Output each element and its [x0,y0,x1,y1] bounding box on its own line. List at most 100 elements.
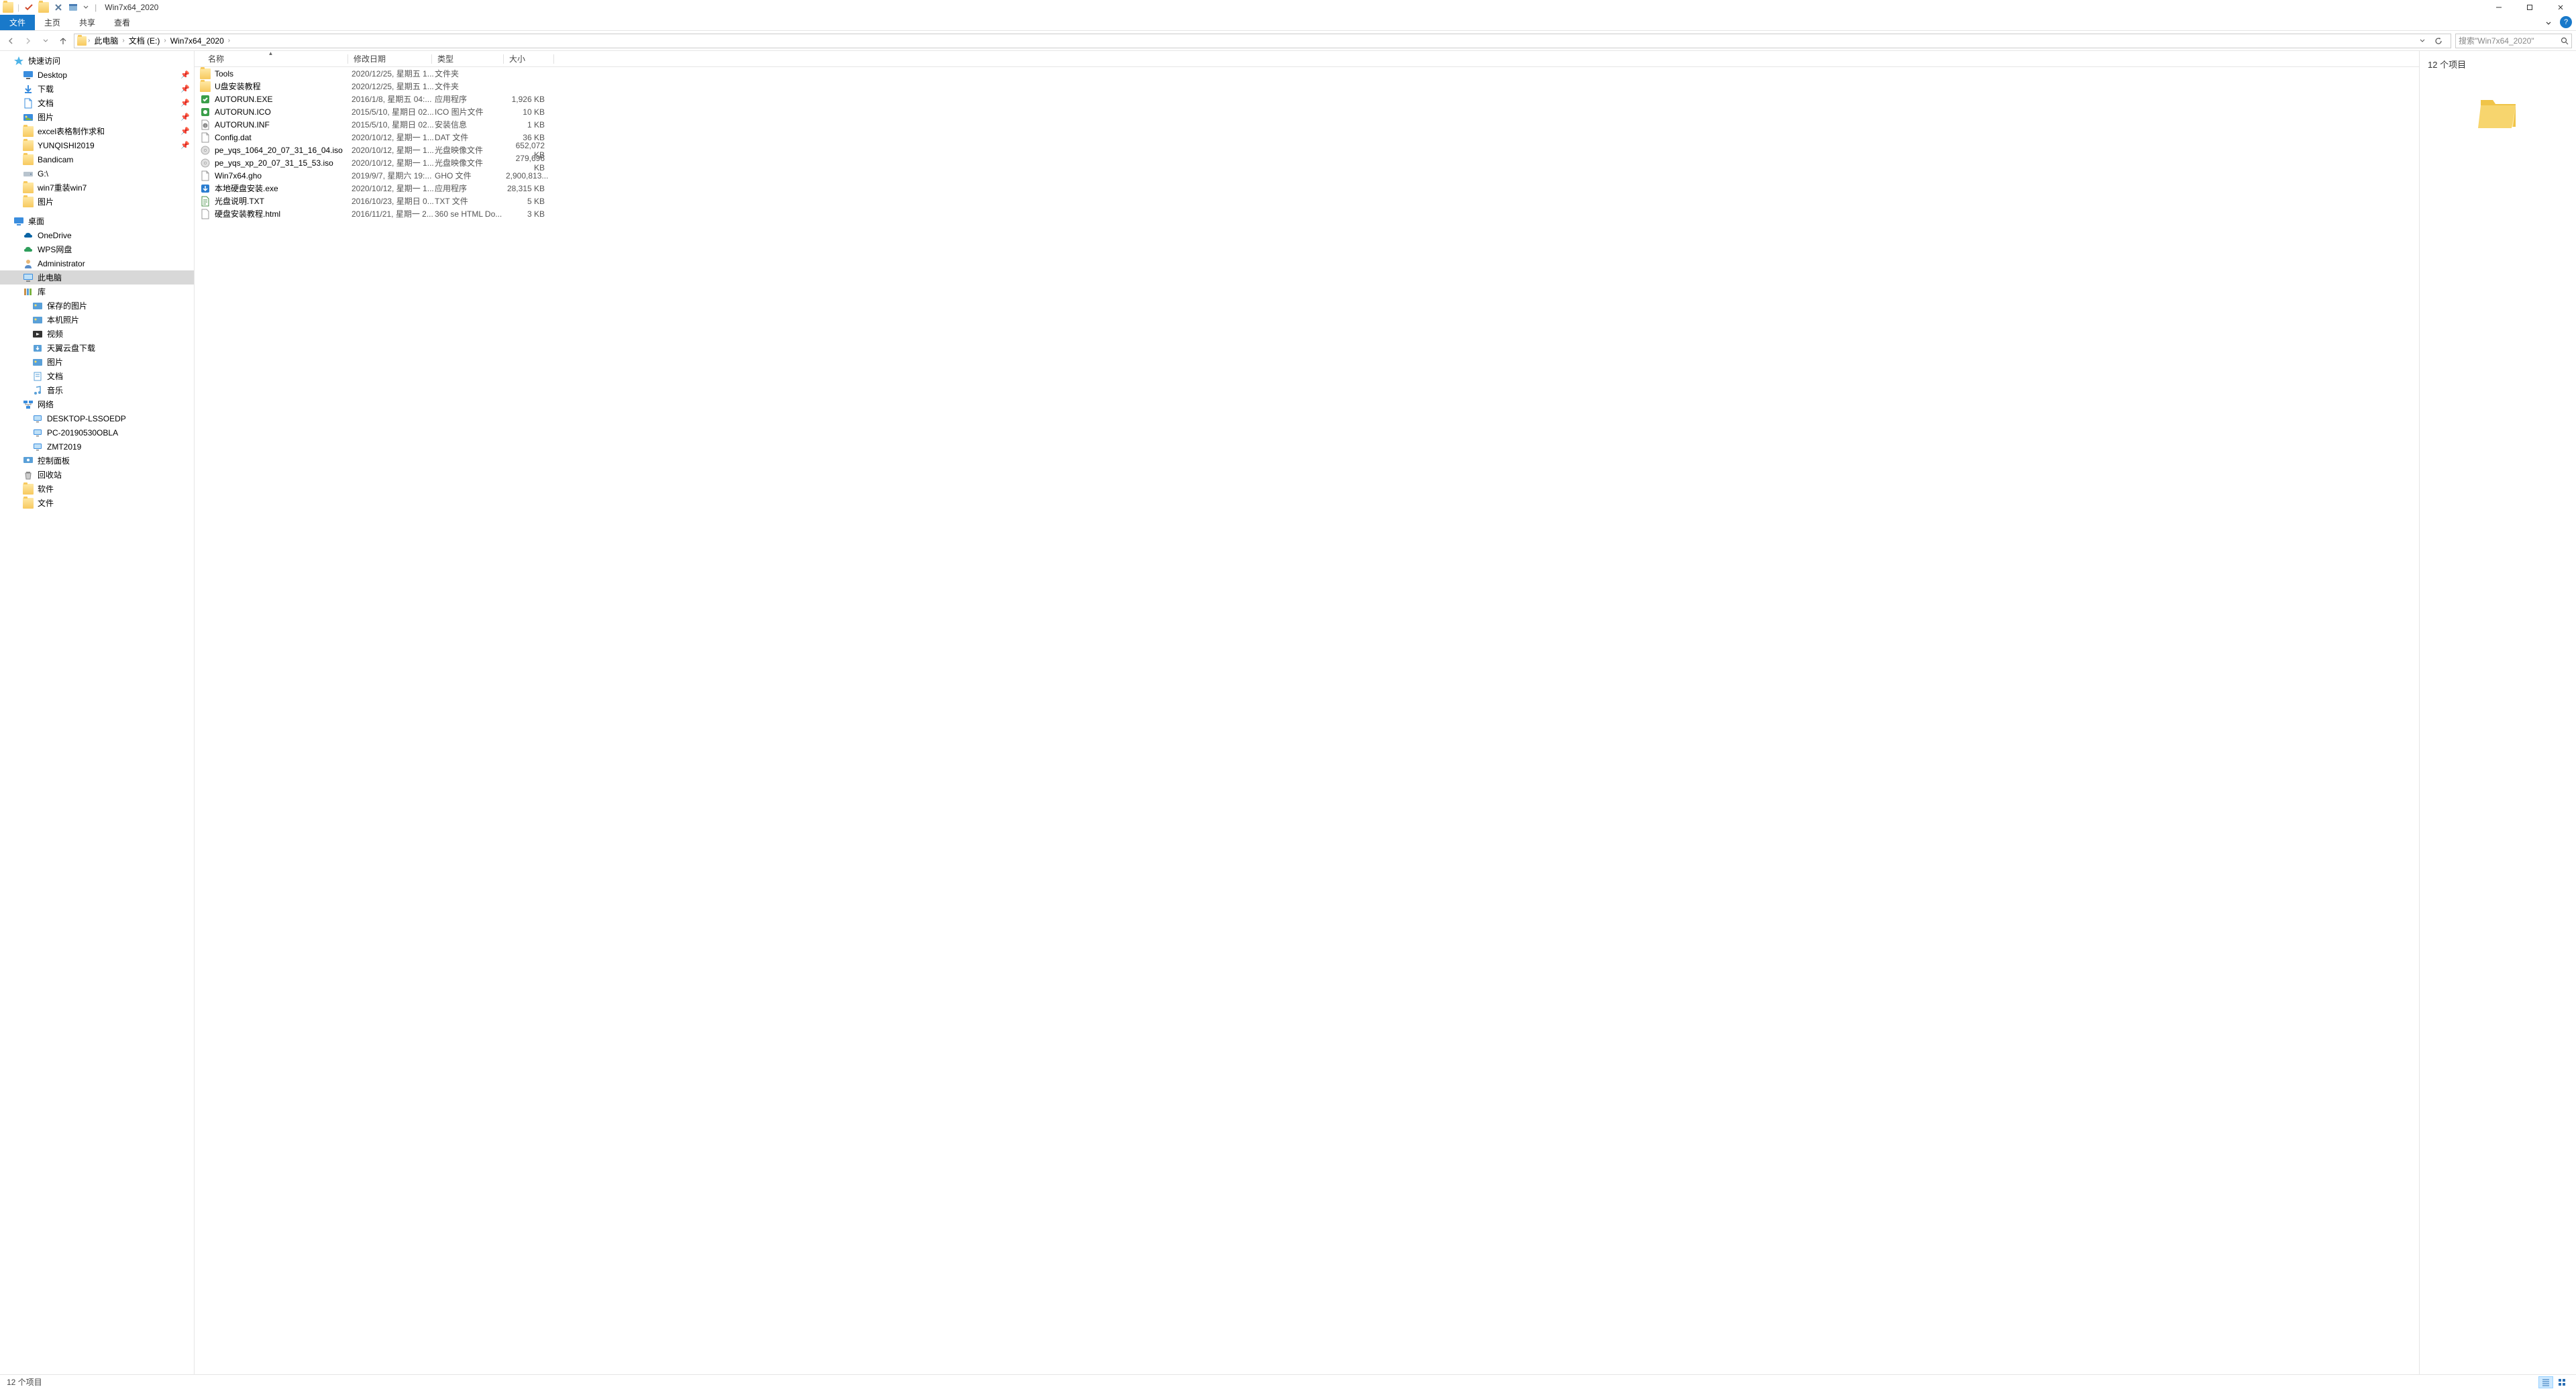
address-bar[interactable]: › 此电脑 › 文档 (E:) › Win7x64_2020 › [74,34,2451,48]
nav-item[interactable]: 音乐 [0,383,194,397]
tab-file[interactable]: 文件 [0,15,35,30]
file-row[interactable]: iAUTORUN.INF2015/5/10, 星期日 02...安装信息1 KB [195,118,2419,131]
pin-icon: 📌 [180,85,190,93]
nav-item[interactable]: Bandicam [0,152,194,166]
file-row[interactable]: pe_yqs_xp_20_07_31_15_53.iso2020/10/12, … [195,156,2419,169]
details-title: 12 个项目 [2428,58,2568,70]
nav-item[interactable]: YUNQISHI2019📌 [0,138,194,152]
breadcrumb[interactable]: 此电脑 [91,35,121,46]
nav-item[interactable]: 天翼云盘下载 [0,341,194,355]
status-text: 12 个项目 [7,1376,42,1388]
column-size[interactable]: 大小 [504,51,553,66]
help-button[interactable]: ? [2560,16,2572,28]
chevron-right-icon[interactable]: › [164,37,166,44]
nav-quick-access[interactable]: 快速访问 [0,54,194,68]
nav-desktop-section[interactable]: 桌面 [0,214,194,228]
nav-item[interactable]: 保存的图片 [0,299,194,313]
back-button[interactable] [4,34,17,48]
folder-icon [3,2,13,13]
view-icons-button[interactable] [2555,1376,2569,1388]
nav-item[interactable]: ZMT2019 [0,440,194,454]
search-input[interactable]: 搜索"Win7x64_2020" [2455,34,2572,48]
nav-item[interactable]: 网络 [0,397,194,411]
nav-item[interactable]: 控制面板 [0,454,194,468]
column-date[interactable]: 修改日期 [348,51,431,66]
status-bar: 12 个项目 [0,1374,2576,1389]
tab-home[interactable]: 主页 [35,15,70,30]
chevron-right-icon[interactable]: › [122,37,124,44]
folder-icon[interactable] [38,2,49,13]
nav-item[interactable]: excel表格制作求和📌 [0,124,194,138]
breadcrumb[interactable]: 文档 (E:) [126,35,163,46]
nav-item[interactable]: 图片 [0,195,194,209]
nav-item[interactable]: 文档 [0,369,194,383]
nav-item[interactable]: 回收站 [0,468,194,482]
up-button[interactable] [56,34,70,48]
checkmark-icon[interactable] [23,2,34,13]
nav-item[interactable]: DESKTOP-LSSOEDP [0,411,194,425]
refresh-button[interactable] [2434,37,2448,45]
nav-item[interactable]: 此电脑 [0,270,194,285]
search-placeholder: 搜索"Win7x64_2020" [2459,35,2534,46]
file-list[interactable]: Tools2020/12/25, 星期五 1...文件夹U盘安装教程2020/1… [195,67,2419,1374]
separator: | [95,3,97,12]
minimize-button[interactable] [2483,0,2514,15]
folder-thumbnail [2477,91,2520,134]
quick-access-toolbar: | [0,2,92,13]
tab-share[interactable]: 共享 [70,15,105,30]
file-row[interactable]: Tools2020/12/25, 星期五 1...文件夹 [195,67,2419,80]
file-row[interactable]: Win7x64.gho2019/9/7, 星期六 19:...GHO 文件2,9… [195,169,2419,182]
search-icon[interactable] [2561,37,2569,45]
close-x-icon[interactable] [53,2,64,13]
window-title: Win7x64_2020 [105,3,158,12]
nav-item[interactable]: 本机照片 [0,313,194,327]
file-row[interactable]: 硬盘安装教程.html2016/11/21, 星期一 2...360 se HT… [195,207,2419,220]
file-row[interactable]: U盘安装教程2020/12/25, 星期五 1...文件夹 [195,80,2419,93]
file-row[interactable]: AUTORUN.EXE2016/1/8, 星期五 04:...应用程序1,926… [195,93,2419,105]
nav-item[interactable]: 视频 [0,327,194,341]
chevron-down-icon[interactable] [83,4,89,11]
nav-item[interactable]: Desktop📌 [0,68,194,82]
forward-button[interactable] [21,34,35,48]
file-row[interactable]: 本地硬盘安装.exe2020/10/12, 星期一 1...应用程序28,315… [195,182,2419,195]
qat-divider: | [17,3,19,12]
navigation-pane[interactable]: 快速访问 Desktop📌下载📌文档📌图片📌excel表格制作求和📌YUNQIS… [0,51,195,1374]
nav-item[interactable]: 文档📌 [0,96,194,110]
tab-view[interactable]: 查看 [105,15,140,30]
star-icon [13,56,24,66]
maximize-button[interactable] [2514,0,2545,15]
nav-item[interactable]: 库 [0,285,194,299]
pin-icon: 📌 [180,70,190,79]
breadcrumb[interactable]: Win7x64_2020 [168,36,227,46]
nav-item[interactable]: PC-20190530OBLA [0,425,194,440]
column-name[interactable]: ▲名称 [195,51,347,66]
ribbon: 文件 主页 共享 查看 ? [0,15,2576,31]
nav-item[interactable]: 软件 [0,482,194,496]
nav-item[interactable]: Administrator [0,256,194,270]
file-row[interactable]: AUTORUN.ICO2015/5/10, 星期日 02...ICO 图片文件1… [195,105,2419,118]
column-type[interactable]: 类型 [432,51,503,66]
pin-icon: 📌 [180,113,190,121]
expand-ribbon-button[interactable] [2541,15,2556,30]
chevron-right-icon[interactable]: › [88,37,90,44]
nav-item[interactable]: 下载📌 [0,82,194,96]
nav-item[interactable]: 图片 [0,355,194,369]
view-details-button[interactable] [2538,1376,2553,1388]
file-list-area: ▲名称 修改日期 类型 大小 Tools2020/12/25, 星期五 1...… [195,51,2419,1374]
chevron-right-icon[interactable]: › [228,37,230,44]
history-dropdown[interactable] [2420,38,2433,44]
properties-icon[interactable] [68,2,78,13]
details-pane: 12 个项目 [2419,51,2576,1374]
folder-icon [77,36,87,46]
file-row[interactable]: 光盘说明.TXT2016/10/23, 星期日 0...TXT 文件5 KB [195,195,2419,207]
recent-dropdown[interactable] [39,34,52,48]
nav-item[interactable]: WPS网盘 [0,242,194,256]
nav-item[interactable]: G:\ [0,166,194,181]
close-button[interactable] [2545,0,2576,15]
desktop-icon [13,216,24,227]
nav-item[interactable]: OneDrive [0,228,194,242]
column-headers: ▲名称 修改日期 类型 大小 [195,51,2419,67]
nav-item[interactable]: 文件 [0,496,194,510]
nav-item[interactable]: win7重装win7 [0,181,194,195]
nav-item[interactable]: 图片📌 [0,110,194,124]
